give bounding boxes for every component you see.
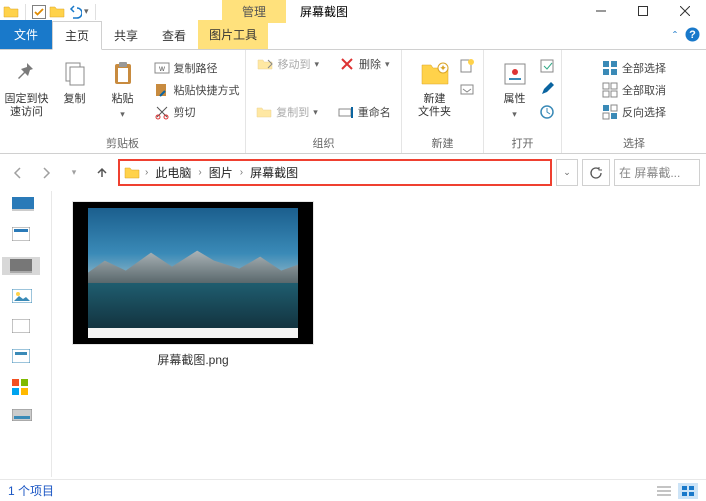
- file-list[interactable]: 屏幕截图.png: [52, 191, 706, 477]
- folder-icon: [124, 165, 140, 181]
- select-all-button[interactable]: 全部选择: [599, 58, 669, 78]
- breadcrumb-part[interactable]: 此电脑: [153, 164, 193, 181]
- rename-button[interactable]: 重命名: [335, 102, 394, 122]
- new-folder-button[interactable]: ✦ 新建 文件夹: [411, 54, 459, 119]
- chevron-right-icon[interactable]: ›: [196, 167, 203, 178]
- pin-to-quick-access-button[interactable]: 固定到快 速访问: [3, 54, 51, 119]
- copy-to-button[interactable]: 复制到▾: [253, 102, 321, 122]
- view-thumbnails-button[interactable]: [678, 483, 698, 499]
- nav-pane[interactable]: [0, 191, 52, 477]
- view-details-button[interactable]: [654, 483, 674, 499]
- delete-icon: [339, 56, 355, 72]
- sidebar-desktop-icon[interactable]: [12, 197, 36, 213]
- breadcrumb-part[interactable]: 屏幕截图: [248, 164, 300, 181]
- history-icon[interactable]: [539, 104, 555, 123]
- copy-icon: [59, 58, 91, 90]
- sidebar-windows-icon[interactable]: [12, 379, 36, 395]
- status-bar: 1 个项目: [0, 479, 706, 501]
- maximize-button[interactable]: [622, 0, 664, 22]
- invert-selection-button[interactable]: 反向选择: [599, 102, 669, 122]
- sidebar-downloads-icon[interactable]: [12, 227, 36, 243]
- paste-shortcut-button[interactable]: 粘贴快捷方式: [151, 80, 243, 100]
- copy-button[interactable]: 复制: [51, 54, 99, 106]
- edit-icon[interactable]: [539, 81, 555, 100]
- svg-text:✦: ✦: [439, 63, 447, 73]
- open-icon[interactable]: [539, 58, 555, 77]
- thumbnail: [72, 201, 314, 345]
- tab-view[interactable]: 查看: [150, 22, 198, 49]
- paste-icon: [107, 58, 139, 90]
- delete-button[interactable]: 删除▾: [336, 54, 393, 74]
- svg-text:?: ?: [689, 29, 696, 41]
- easy-access-icon[interactable]: [459, 81, 475, 100]
- sidebar-item-icon[interactable]: [12, 319, 36, 335]
- select-none-button[interactable]: 全部取消: [599, 80, 669, 100]
- sidebar-item-icon[interactable]: [12, 349, 36, 365]
- group-clipboard-label: 剪贴板: [106, 133, 139, 151]
- group-organize-label: 组织: [313, 133, 335, 151]
- status-text: 1 个项目: [8, 482, 54, 499]
- select-none-icon: [602, 82, 618, 98]
- file-name: 屏幕截图.png: [157, 351, 228, 368]
- close-button[interactable]: [664, 0, 706, 22]
- group-select-label: 选择: [623, 133, 645, 151]
- tab-picture-tools[interactable]: 图片工具: [198, 20, 268, 49]
- nav-back-button[interactable]: [6, 161, 30, 185]
- help-icon[interactable]: ?: [685, 27, 700, 45]
- qat-new-folder-icon[interactable]: [49, 4, 65, 20]
- invert-selection-icon: [602, 104, 618, 120]
- copy-to-icon: [256, 104, 272, 120]
- rename-icon: [338, 104, 354, 120]
- svg-text:w: w: [158, 64, 165, 73]
- pin-icon: [11, 58, 43, 90]
- nav-recent-dropdown[interactable]: ▾: [62, 161, 86, 185]
- breadcrumb[interactable]: › 此电脑 › 图片 › 屏幕截图: [118, 159, 552, 186]
- nav-up-button[interactable]: [90, 161, 114, 185]
- sidebar-thispc-icon[interactable]: [2, 257, 40, 275]
- move-to-icon: [257, 56, 273, 72]
- chevron-right-icon[interactable]: ›: [143, 167, 150, 178]
- new-item-icon[interactable]: [459, 58, 475, 77]
- tab-share[interactable]: 共享: [102, 22, 150, 49]
- select-all-icon: [602, 60, 618, 76]
- paste-shortcut-icon: [154, 82, 170, 98]
- address-dropdown[interactable]: ⌄: [556, 159, 578, 186]
- tab-home[interactable]: 主页: [52, 21, 102, 50]
- minimize-button[interactable]: [580, 0, 622, 22]
- breadcrumb-part[interactable]: 图片: [207, 164, 235, 181]
- cut-icon: [154, 104, 170, 120]
- file-item[interactable]: 屏幕截图.png: [72, 201, 314, 368]
- copy-path-icon: w: [154, 60, 170, 76]
- search-input[interactable]: 在 屏幕截...: [614, 159, 700, 186]
- refresh-button[interactable]: [582, 159, 610, 186]
- group-open-label: 打开: [512, 133, 534, 151]
- sidebar-pictures-icon[interactable]: [12, 289, 36, 305]
- copy-path-button[interactable]: w复制路径: [151, 58, 243, 78]
- chevron-right-icon[interactable]: ›: [238, 167, 245, 178]
- tab-file[interactable]: 文件: [0, 20, 52, 49]
- cut-button[interactable]: 剪切: [151, 102, 243, 122]
- move-to-button[interactable]: 移动到▾: [254, 54, 322, 74]
- properties-icon: [499, 58, 531, 90]
- ribbon-expand-icon[interactable]: ˆ: [673, 29, 677, 43]
- new-folder-icon: ✦: [419, 58, 451, 90]
- window-title: 屏幕截图: [300, 3, 348, 20]
- qat-undo[interactable]: ▾: [68, 5, 89, 19]
- sidebar-drive-icon[interactable]: [12, 409, 36, 425]
- folder-icon: [3, 4, 19, 20]
- group-new-label: 新建: [432, 133, 454, 151]
- qat-properties-check[interactable]: [32, 5, 46, 19]
- paste-button[interactable]: 粘贴 ▾: [99, 54, 147, 120]
- properties-button[interactable]: 属性 ▾: [491, 54, 539, 123]
- nav-forward-button[interactable]: [34, 161, 58, 185]
